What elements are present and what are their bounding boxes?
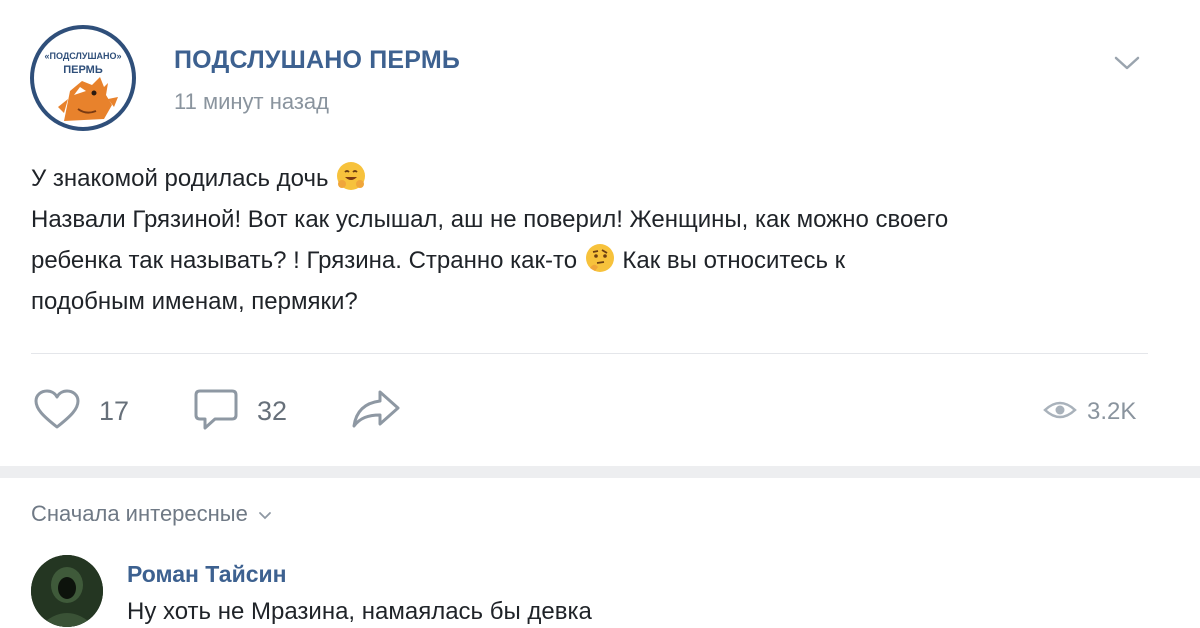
views-count: 3.2K	[1087, 398, 1137, 425]
post-line-3b: Как вы относитесь к	[622, 247, 846, 274]
comment-text: Ну хоть не Мразина, намаялась бы девка	[127, 598, 592, 625]
post-line-3: ребенка так называть? ! Грязина. Странно…	[31, 240, 1171, 281]
comment-button[interactable]: 32	[193, 388, 287, 434]
hugging-face-icon	[335, 160, 367, 192]
post-line-2: Назвали Грязиной! Вот как услышал, аш не…	[31, 206, 949, 233]
section-separator	[0, 466, 1200, 478]
chevron-down-icon[interactable]	[1112, 50, 1142, 74]
group-avatar[interactable]: «ПОДСЛУШАНО» ПЕРМЬ	[30, 25, 136, 131]
comment-count: 32	[257, 395, 288, 426]
post-line-3a: ребенка так называть? ! Грязина. Странно…	[31, 247, 578, 274]
comment-author-name[interactable]: Роман Тайсин	[127, 561, 287, 588]
sort-label: Сначала интересные	[31, 501, 248, 526]
eye-icon	[1043, 399, 1077, 426]
like-count: 17	[99, 395, 130, 426]
comment-author-avatar[interactable]	[31, 555, 103, 627]
share-button[interactable]	[350, 388, 402, 434]
share-arrow-icon	[350, 388, 402, 435]
post-divider	[31, 353, 1148, 354]
post-card: «ПОДСЛУШАНО» ПЕРМЬ ПОДСЛУШАНО ПЕРМЬ 11 м…	[0, 0, 1200, 466]
post-line-1: У знакомой родилась дочь	[31, 158, 1171, 199]
post-timestamp[interactable]: 11 минут назад	[174, 89, 329, 115]
post-text: У знакомой родилась дочь Назвали Грязино…	[31, 158, 1171, 322]
avatar-text-bottom: ПЕРМЬ	[63, 64, 103, 76]
like-button[interactable]: 17	[33, 388, 129, 434]
comment-icon	[193, 387, 239, 436]
avatar-text-top: «ПОДСЛУШАНО»	[44, 51, 121, 61]
comments-sort-dropdown[interactable]: Сначала интересные	[31, 501, 272, 527]
views-counter: 3.2K	[1043, 396, 1136, 428]
heart-icon	[33, 388, 81, 435]
post-line-1-text: У знакомой родилась дочь	[31, 165, 329, 192]
chevron-down-icon	[258, 512, 271, 520]
post-line-4: подобным именам, пермяки?	[31, 288, 358, 315]
group-name-link[interactable]: ПОДСЛУШАНО ПЕРМЬ	[174, 46, 460, 75]
thinking-face-icon	[584, 242, 616, 274]
